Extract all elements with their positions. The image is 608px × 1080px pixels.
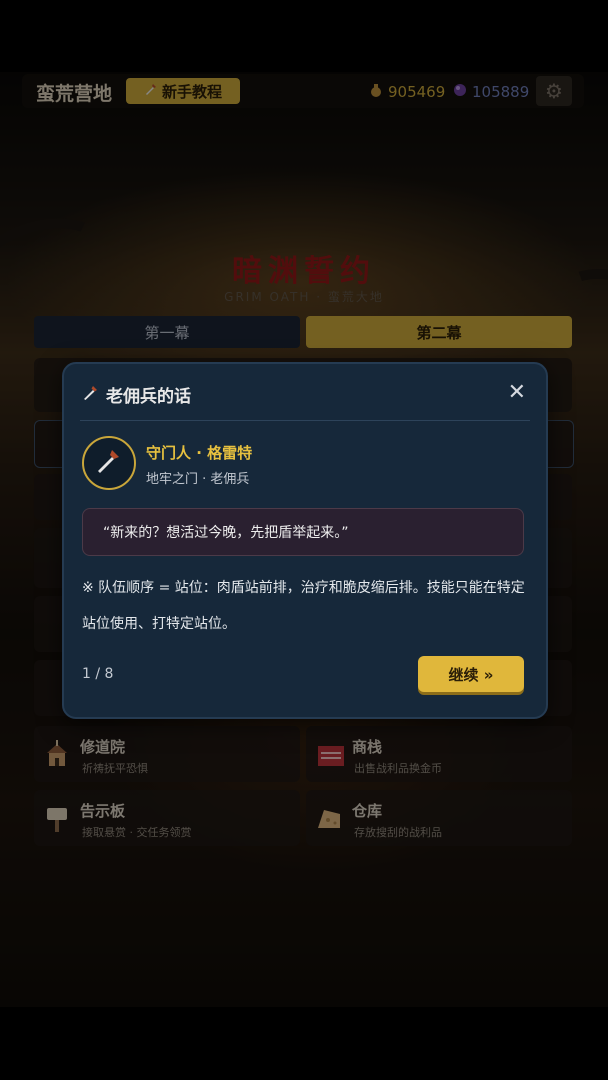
- page-indicator: 1 / 8: [82, 666, 114, 682]
- dialog-tip: ※ 队伍顺序 = 站位：肉盾站前排，治疗和脆皮缩后排。技能只能在特定站位使用、打…: [82, 580, 525, 632]
- close-icon[interactable]: ✕: [508, 380, 526, 405]
- dagger-icon: [82, 383, 100, 406]
- mercenary-dialog: 老佣兵的话 ✕ 守门人 · 格雷特 地牢之门 · 老佣兵 “新来的？想活过今晚，…: [62, 362, 548, 719]
- dialog-title-text: 老佣兵的话: [106, 387, 191, 407]
- speaker-name: 守门人 · 格雷特: [146, 444, 253, 462]
- avatar: [82, 436, 136, 490]
- dialog-title: 老佣兵的话: [82, 382, 191, 407]
- continue-button[interactable]: 继续 »: [418, 656, 524, 692]
- dagger-icon: [94, 445, 124, 482]
- speaker-subtitle: 地牢之门 · 老佣兵: [146, 472, 250, 487]
- dialog-divider: [80, 420, 530, 421]
- dialog-quote: “新来的？想活过今晚，先把盾举起来。”: [82, 508, 524, 556]
